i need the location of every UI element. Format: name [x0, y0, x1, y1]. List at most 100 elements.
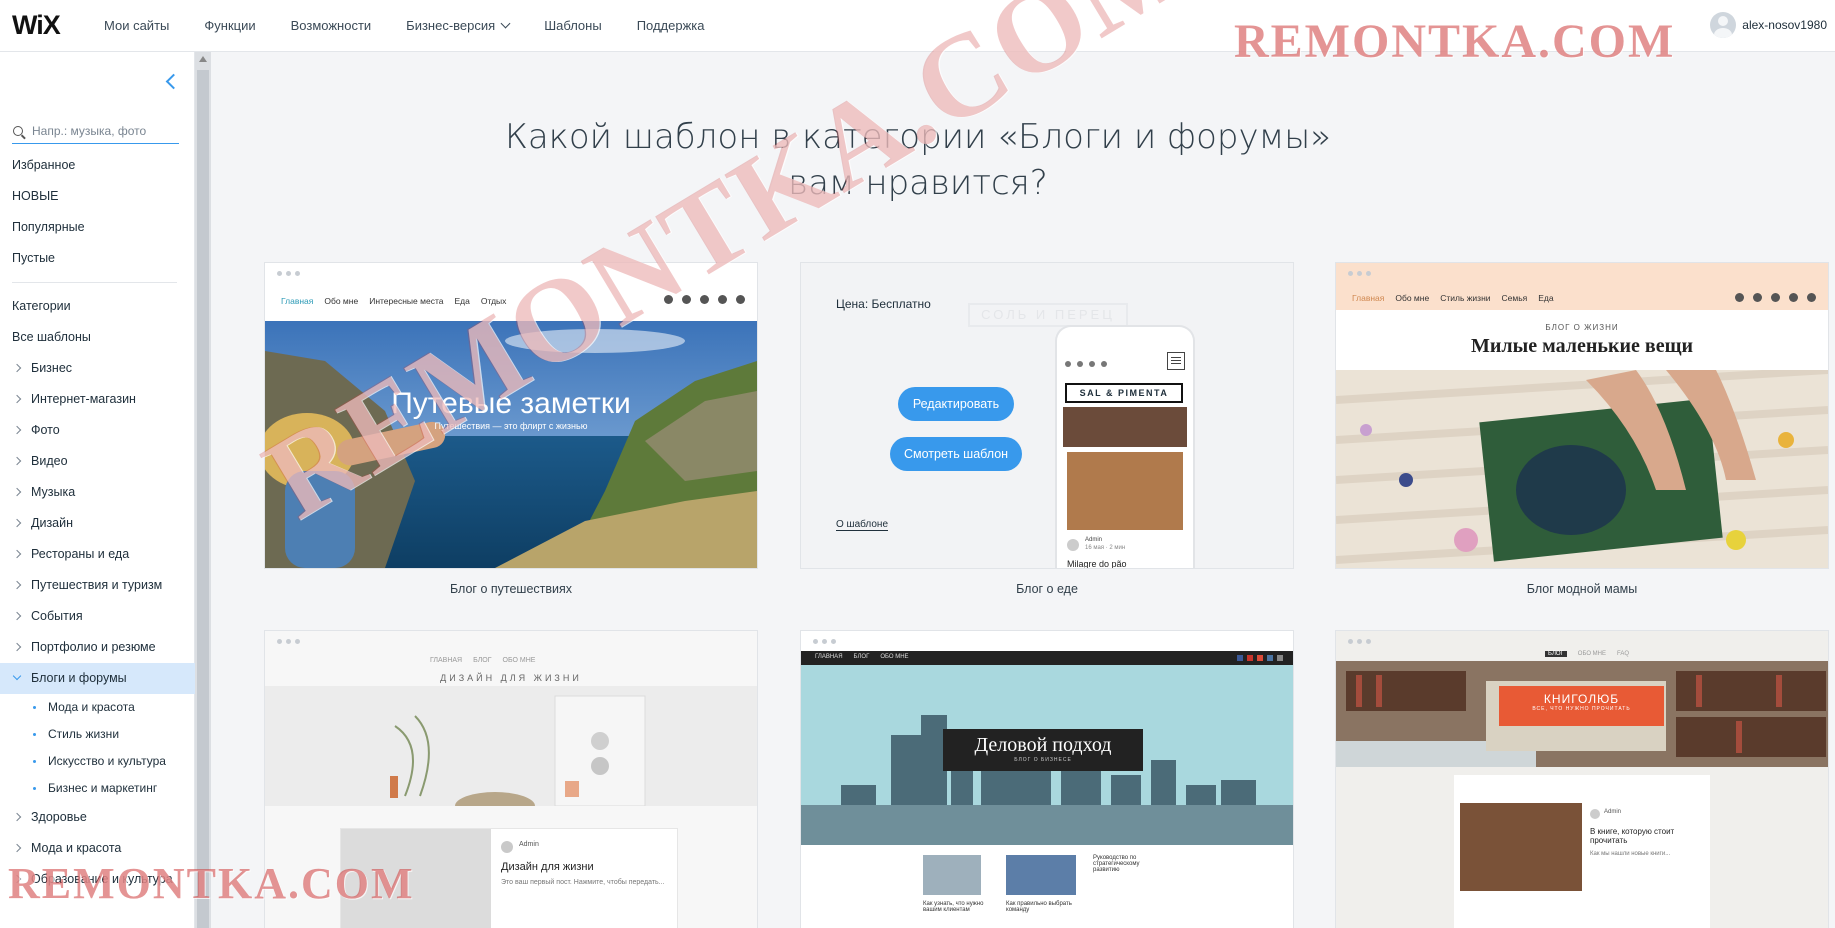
sidebar-subcategory[interactable]: Искусство и культура — [0, 748, 195, 775]
sidebar-item-popular[interactable]: Популярные — [0, 212, 195, 243]
nav-my-sites[interactable]: Мои сайты — [104, 18, 169, 33]
chevron-right-icon — [12, 580, 22, 590]
preview-nav-item: ОБО МНЕ — [502, 657, 536, 664]
nav-my-sites-label: Мои сайты — [104, 18, 170, 33]
chevron-right-icon — [12, 456, 22, 466]
template-gallery: Какой шаблон в категории «Блоги и форумы… — [211, 52, 1835, 928]
books-badge: КНИГОЛЮБ ВСЕ, ЧТО НУЖНО ПРОЧИТАТЬ — [1499, 686, 1664, 726]
nav-templates[interactable]: Шаблоны — [544, 18, 602, 33]
preview-nav: БЛОГ ОБО МНЕ FAQ — [1545, 651, 1640, 657]
template-label[interactable]: Блог о еде — [801, 582, 1293, 596]
sidebar-item-new[interactable]: НОВЫЕ — [0, 181, 195, 212]
chevron-right-icon — [12, 518, 22, 528]
nav-business[interactable]: Бизнес-версия — [406, 18, 511, 33]
template-card-food[interactable]: СОЛЬ И ПЕРЕЦ Цена: Бесплатно Редактирова… — [801, 263, 1293, 568]
nav-features-label: Функции — [204, 18, 256, 33]
chevron-down-icon — [12, 671, 22, 681]
sidebar-category[interactable]: Видео — [0, 446, 195, 477]
collapse-sidebar-icon[interactable] — [165, 73, 182, 90]
search-input[interactable] — [32, 123, 172, 138]
sidebar-subcategory[interactable]: Мода и красота — [0, 694, 195, 721]
template-label[interactable]: Блог о путешествиях — [265, 582, 757, 596]
category-label: Бизнес — [31, 361, 73, 375]
nav-capabilities[interactable]: Возможности — [291, 18, 372, 33]
sidebar-category[interactable]: Путешествия и туризм — [0, 570, 195, 601]
twitter-icon — [736, 295, 745, 304]
post-author: Admin — [519, 841, 539, 848]
window-dots — [1348, 271, 1375, 276]
mom-hero-image — [1336, 370, 1828, 568]
sidebar-item-all-templates[interactable]: Все шаблоны — [0, 322, 195, 353]
template-card-books[interactable]: БЛОГ ОБО МНЕ FAQ КНИГОЛЮБ ВСЕ, ЧТО НУЖНО… — [1336, 631, 1828, 928]
preview-nav-item: ОБО МНЕ — [1577, 651, 1607, 657]
sidebar-category[interactable]: Мода и красота — [0, 833, 195, 864]
preview-nav-item: Главная — [1352, 293, 1385, 303]
chevron-right-icon — [12, 549, 22, 559]
scrollbar-thumb[interactable] — [197, 70, 209, 928]
edit-button[interactable]: Редактировать — [898, 387, 1014, 421]
sidebar-category[interactable]: Дизайн — [0, 508, 195, 539]
user-menu[interactable]: alex-nosov1980 — [1710, 12, 1827, 38]
sidebar-item-blank[interactable]: Пустые — [0, 243, 195, 274]
chevron-down-icon — [500, 18, 511, 29]
preview-nav-item: Еда — [1538, 293, 1554, 303]
view-template-button[interactable]: Смотреть шаблон — [890, 437, 1022, 471]
sidebar-category[interactable]: Портфолио и резюме — [0, 632, 195, 663]
about-template-link[interactable]: О шаблоне — [836, 519, 889, 531]
nav-business-label: Бизнес-версия — [406, 18, 496, 33]
design-banner: ДИЗАЙН ДЛЯ ЖИЗНИ — [440, 673, 582, 683]
phone-author-avatar — [1067, 539, 1079, 551]
template-label[interactable]: Блог модной мамы — [1336, 582, 1828, 596]
sidebar-category[interactable]: Здоровье — [0, 802, 195, 833]
preview-nav-item: ГЛАВНАЯ — [815, 654, 843, 660]
sidebar-category[interactable]: Рестораны и еда — [0, 539, 195, 570]
faded-brand: СОЛЬ И ПЕРЕЦ — [968, 303, 1128, 327]
preview-nav-item: ОБО МНЕ — [880, 654, 909, 660]
sidebar-category[interactable]: Интернет-магазин — [0, 384, 195, 415]
nav-features[interactable]: Функции — [204, 18, 255, 33]
top-bar: WiX Мои сайты Функции Возможности Бизнес… — [0, 0, 1835, 52]
sidebar-category[interactable]: Бизнес — [0, 353, 195, 384]
sidebar-subcategory[interactable]: Стиль жизни — [0, 721, 195, 748]
category-label: Фото — [31, 423, 60, 437]
preview-nav-item: Семья — [1501, 293, 1528, 303]
preview-nav: Главная Обо мне Стиль жизни Семья Еда — [1352, 293, 1565, 303]
template-search — [12, 118, 179, 144]
window-dots — [277, 271, 304, 276]
sidebar: Избранное НОВЫЕ Популярные Пустые Катего… — [0, 52, 195, 928]
wix-logo[interactable]: WiX — [12, 10, 104, 41]
chevron-right-icon — [12, 611, 22, 621]
post-title: Дизайн для жизни — [501, 861, 594, 873]
sidebar-category[interactable]: Образование и культура — [0, 864, 195, 895]
sidebar-category-active[interactable]: Блоги и форумы — [0, 663, 195, 694]
preview-nav: ГЛАВНАЯ БЛОГ ОБО МНЕ — [430, 657, 546, 664]
nav-support[interactable]: Поддержка — [637, 18, 705, 33]
sidebar-item-favorites[interactable]: Избранное — [0, 150, 195, 181]
preview-nav-item: FAQ — [1617, 651, 1630, 657]
sidebar-scrollbar[interactable] — [195, 52, 211, 928]
business-title-box: Деловой подход БЛОГ О БИЗНЕСЕ — [943, 729, 1143, 771]
scroll-up-icon[interactable] — [199, 56, 207, 62]
category-label: Видео — [31, 454, 68, 468]
books-badge-title: КНИГОЛЮБ — [1543, 692, 1620, 706]
author-avatar — [501, 841, 513, 853]
phone-meta: 16 мая · 2 мин — [1085, 545, 1126, 551]
category-label: Музыка — [31, 485, 76, 499]
category-label: Блоги и форумы — [31, 671, 127, 685]
sidebar-category[interactable]: Музыка — [0, 477, 195, 508]
phone-social-icons — [1065, 361, 1107, 367]
phone-preview: SAL & PIMENTA Admin 16 мая · 2 мин Milag… — [1055, 325, 1195, 568]
chevron-right-icon — [12, 363, 22, 373]
template-card-business[interactable]: ГЛАВНАЯ БЛОГ ОБО МНЕ Деловой подход БЛОГ… — [801, 631, 1293, 928]
post-thumb-1 — [923, 855, 981, 895]
social-icons — [655, 295, 745, 304]
preview-nav-item: Обо мне — [1395, 293, 1430, 303]
sidebar-category[interactable]: События — [0, 601, 195, 632]
travel-hero-image: Путевые заметки Путешествия — это флирт … — [265, 321, 757, 568]
template-card-mom[interactable]: Главная Обо мне Стиль жизни Семья Еда БЛ… — [1336, 263, 1828, 568]
template-card-travel[interactable]: Главная Обо мне Интересные места Еда Отд… — [265, 263, 757, 568]
template-card-design[interactable]: ГЛАВНАЯ БЛОГ ОБО МНЕ ДИЗАЙН ДЛЯ ЖИЗНИ Ad… — [265, 631, 757, 928]
sidebar-subcategory[interactable]: Бизнес и маркетинг — [0, 775, 195, 802]
sidebar-category[interactable]: Фото — [0, 415, 195, 446]
window-dots — [277, 639, 304, 644]
